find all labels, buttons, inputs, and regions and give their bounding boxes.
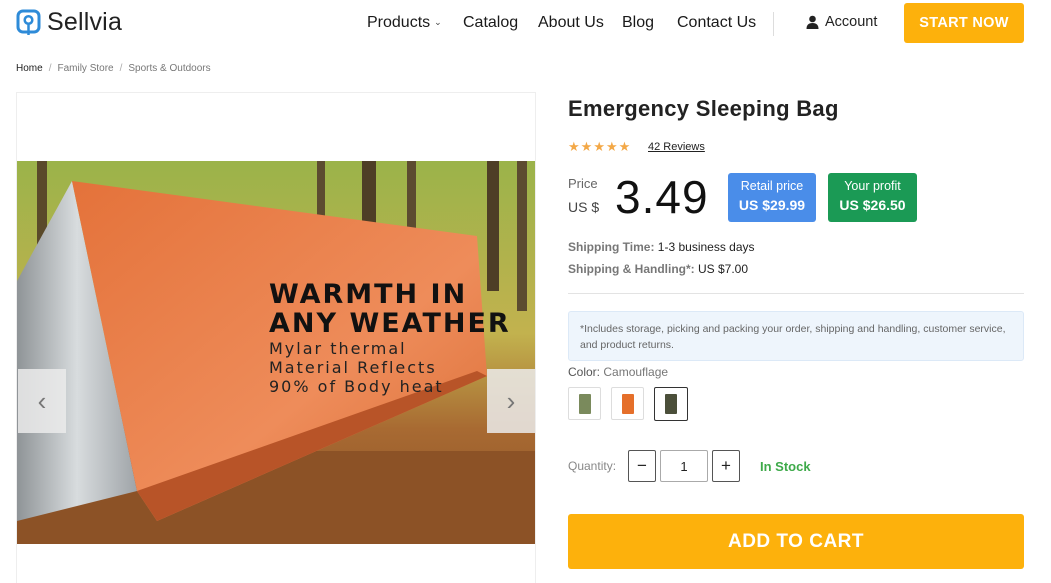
chevron-down-icon: ⌄	[434, 17, 442, 27]
star-icon: ★	[593, 139, 605, 154]
shipping-time-key: Shipping Time:	[568, 240, 655, 254]
nav-blog[interactable]: Blog	[622, 14, 654, 32]
product-photo: WARMTH IN ANY WEATHER Mylar thermal Mate…	[17, 161, 535, 544]
swatch-chip	[665, 394, 677, 414]
star-icon: ★	[618, 139, 631, 154]
profit-value: US $26.50	[839, 197, 906, 213]
shipping-handling: Shipping & Handling*: US $7.00	[568, 262, 748, 276]
breadcrumb-sports-outdoors[interactable]: Sports & Outdoors	[128, 63, 210, 74]
shipping-handling-value: US $7.00	[698, 262, 749, 276]
chevron-right-icon: ›	[506, 385, 516, 416]
retail-price-badge: Retail price US $29.99	[728, 173, 816, 222]
caption-line-1: WARMTH IN	[269, 279, 468, 310]
price-label: Price	[568, 176, 598, 191]
logo-text: Sellvia	[47, 8, 123, 36]
swatch-chip	[578, 393, 591, 414]
shipping-note: *Includes storage, picking and packing y…	[568, 311, 1024, 361]
retail-price-label: Retail price	[740, 179, 804, 193]
divider	[568, 293, 1024, 294]
nav-divider	[773, 12, 774, 36]
color-key: Color:	[568, 365, 601, 379]
swatch-chip	[621, 393, 634, 414]
color-swatches	[568, 387, 688, 421]
caption-line-2: ANY WEATHER	[269, 308, 511, 339]
color-selector-label: Color: Camouflage	[568, 365, 668, 379]
logo[interactable]: Sellvia	[16, 8, 122, 36]
shipping-handling-key: Shipping & Handling*:	[568, 262, 695, 276]
nav-products[interactable]: Products ⌄	[367, 14, 442, 32]
add-to-cart-button[interactable]: ADD TO CART	[568, 514, 1024, 569]
start-now-button[interactable]: START NOW	[904, 3, 1024, 43]
nav-contact[interactable]: Contact Us	[677, 14, 756, 32]
quantity-increase-button[interactable]: +	[712, 450, 740, 482]
minus-icon: −	[637, 456, 647, 475]
gallery-next-button[interactable]: ›	[487, 369, 535, 433]
stock-status: In Stock	[760, 459, 811, 474]
breadcrumb-separator: /	[119, 63, 123, 74]
account-link[interactable]: Account	[806, 14, 877, 30]
price-currency: US $	[568, 199, 600, 215]
breadcrumb-separator: /	[48, 63, 52, 74]
nav-catalog[interactable]: Catalog	[463, 14, 518, 32]
product-title: Emergency Sleeping Bag	[568, 96, 839, 121]
shipping-time: Shipping Time: 1-3 business days	[568, 240, 755, 254]
quantity-input[interactable]	[660, 450, 708, 482]
swatch-orange[interactable]	[611, 387, 644, 420]
quantity-label: Quantity:	[568, 459, 617, 473]
caption-line-5: 90% of Body heat	[269, 377, 444, 396]
swatch-camouflage[interactable]	[654, 387, 688, 421]
profit-label: Your profit	[844, 179, 901, 193]
chevron-left-icon: ‹	[37, 385, 47, 416]
star-icon: ★	[605, 139, 618, 154]
color-value: Camouflage	[603, 365, 669, 379]
site-header: Sellvia Products ⌄ Catalog About Us Blog …	[0, 0, 1051, 46]
product-gallery: WARMTH IN ANY WEATHER Mylar thermal Mate…	[16, 92, 536, 583]
star-icon: ★	[568, 139, 580, 154]
reviews-link[interactable]: 42 Reviews	[648, 141, 705, 153]
nav-about[interactable]: About Us	[538, 14, 604, 32]
rating-stars: ★ ★ ★ ★ ★	[568, 140, 630, 153]
photo-caption: WARMTH IN ANY WEATHER Mylar thermal Mate…	[269, 280, 511, 395]
caption-line-4: Material Reflects	[269, 358, 437, 377]
swatch-green[interactable]	[568, 387, 601, 420]
profit-badge: Your profit US $26.50	[828, 173, 917, 222]
caption-line-3: Mylar thermal	[269, 339, 407, 358]
nav-products-label: Products	[367, 14, 431, 31]
breadcrumb-family-store[interactable]: Family Store	[57, 63, 113, 74]
map-pin-icon	[16, 9, 41, 35]
shipping-time-value: 1-3 business days	[657, 240, 755, 254]
account-label: Account	[825, 14, 878, 30]
price-value: 3.49	[615, 171, 709, 223]
gallery-prev-button[interactable]: ‹	[18, 369, 66, 433]
plus-icon: +	[721, 456, 731, 475]
user-icon	[806, 15, 819, 29]
breadcrumb-home[interactable]: Home	[16, 63, 43, 74]
retail-price-value: US $29.99	[738, 197, 806, 213]
breadcrumb: Home / Family Store / Sports & Outdoors	[16, 63, 211, 74]
star-icon: ★	[580, 139, 593, 154]
quantity-decrease-button[interactable]: −	[628, 450, 656, 482]
